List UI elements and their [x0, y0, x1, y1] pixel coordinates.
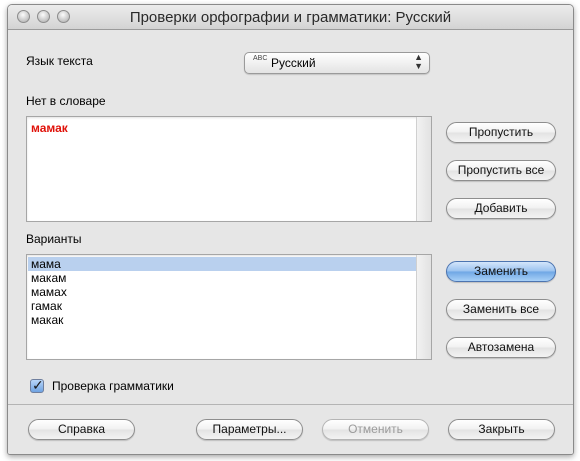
- add-to-dictionary-button[interactable]: Добавить: [446, 198, 556, 219]
- options-button[interactable]: Параметры...: [196, 419, 303, 440]
- window-title: Проверки орфографии и грамматики: Русски…: [129, 9, 452, 26]
- popup-arrows-icon: ▲ ▼: [414, 52, 423, 71]
- misspelled-scrollbar[interactable]: [416, 117, 431, 221]
- suggestion-item[interactable]: гамак: [28, 299, 416, 313]
- suggestions-label: Варианты: [26, 232, 82, 246]
- ignore-all-button[interactable]: Пропустить все: [446, 160, 556, 181]
- language-label: Язык текста: [26, 54, 93, 68]
- autocorrect-button[interactable]: Автозамена: [446, 337, 556, 358]
- suggestions-list[interactable]: мама макам мамах гамак макак: [26, 254, 432, 360]
- replace-button[interactable]: Заменить: [446, 261, 556, 282]
- close-button[interactable]: Закрыть: [448, 419, 555, 440]
- spelling-grammar-window: Проверки орфографии и грамматики: Русски…: [7, 4, 574, 455]
- help-button[interactable]: Справка: [28, 419, 135, 440]
- footer-divider: [8, 404, 573, 405]
- misspelled-word: мамак: [31, 121, 68, 135]
- suggestions-scrollbar[interactable]: [416, 255, 431, 359]
- grammar-label: Проверка грамматики: [52, 379, 174, 393]
- spellcheck-abc-icon: ABC: [253, 55, 268, 62]
- grammar-checkbox[interactable]: ✓: [30, 377, 44, 393]
- suggestion-item[interactable]: мамах: [28, 285, 416, 299]
- misspelled-word-field[interactable]: мамак: [26, 116, 432, 222]
- not-in-dictionary-label: Нет в словаре: [26, 94, 106, 108]
- undo-button[interactable]: Отменить: [322, 419, 429, 440]
- suggestion-item[interactable]: мама: [28, 257, 416, 271]
- language-popup[interactable]: ABC Русский ▲ ▼: [244, 52, 430, 74]
- replace-all-button[interactable]: Заменить все: [446, 299, 556, 320]
- checkmark-icon: ✓: [32, 377, 44, 393]
- suggestion-item[interactable]: макам: [28, 271, 416, 285]
- dialog-content: Язык текста ABC Русский ▲ ▼ Нет в словаре…: [8, 30, 573, 454]
- title-bar[interactable]: Проверки орфографии и грамматики: Русски…: [8, 5, 573, 30]
- suggestion-item[interactable]: макак: [28, 313, 416, 327]
- ignore-button[interactable]: Пропустить: [446, 122, 556, 143]
- language-selected-value: Русский: [271, 56, 316, 70]
